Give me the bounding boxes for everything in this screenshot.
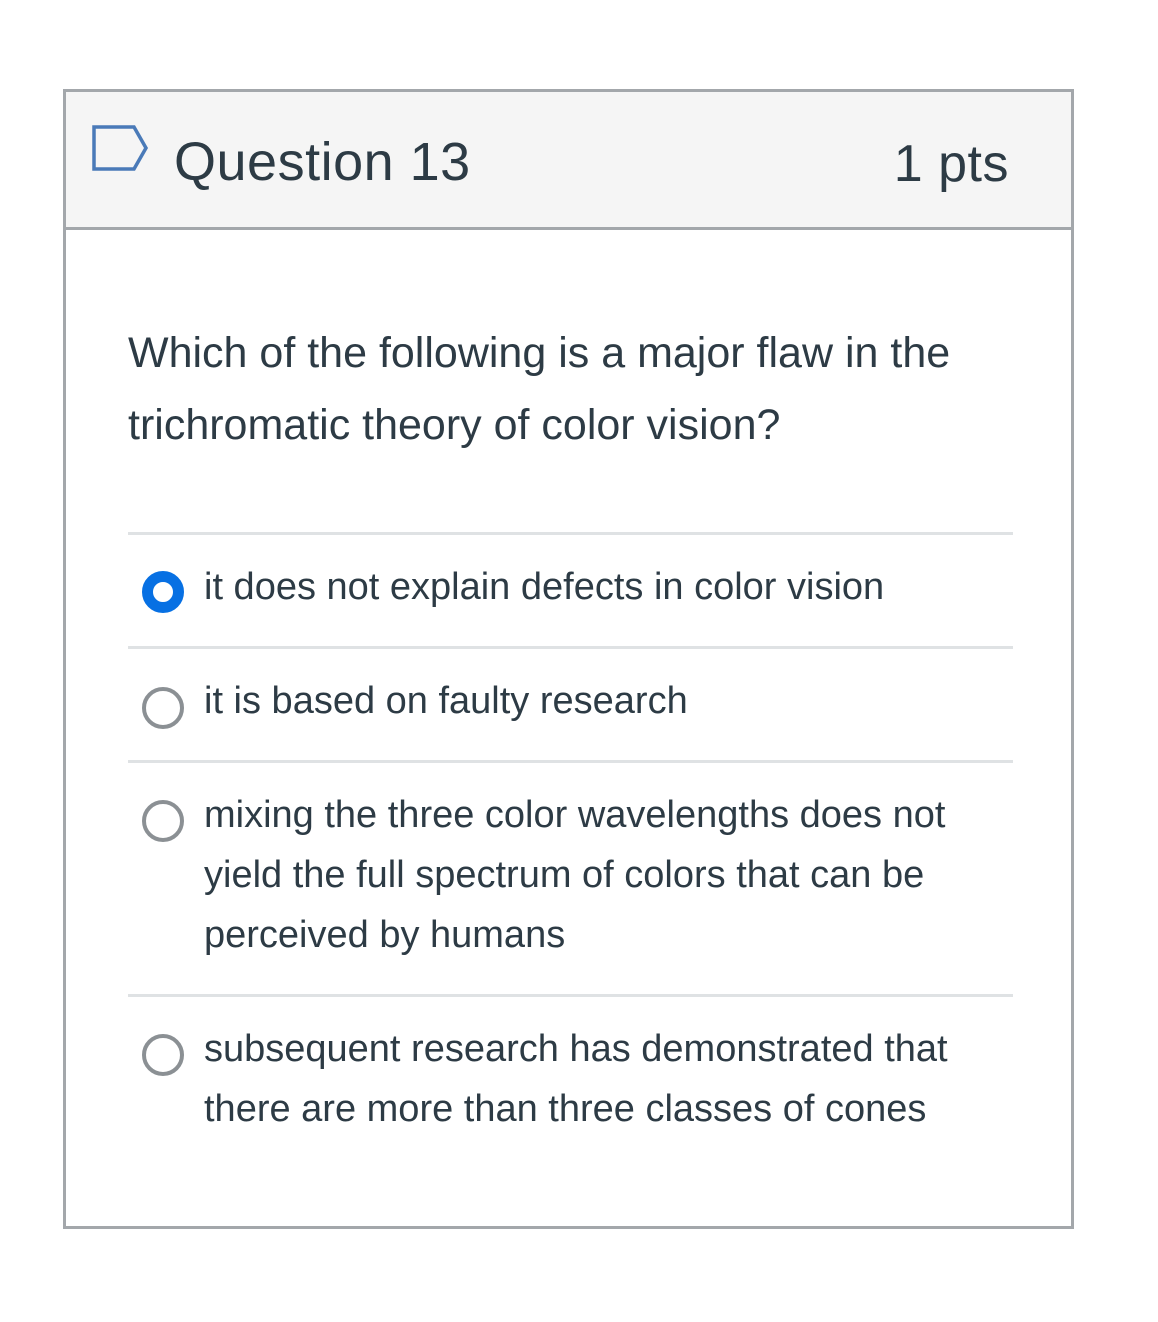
answer-option-4[interactable]: subsequent research has demonstrated tha… xyxy=(128,994,1013,1174)
question-card: Question 13 1 pts Which of the following… xyxy=(63,89,1074,1229)
answer-label: subsequent research has demonstrated tha… xyxy=(204,1028,948,1130)
radio-button-selected[interactable] xyxy=(142,571,184,613)
flag-question-icon[interactable] xyxy=(90,122,154,174)
radio-button[interactable] xyxy=(142,1034,184,1076)
answer-label: mixing the three color wavelengths does … xyxy=(204,794,946,956)
answer-option-2[interactable]: it is based on faulty research xyxy=(128,646,1013,760)
answer-list: it does not explain defects in color vis… xyxy=(128,532,1013,1174)
question-text: Which of the following is a major flaw i… xyxy=(128,329,951,449)
radio-button[interactable] xyxy=(142,800,184,842)
question-points: 1 pts xyxy=(893,135,1009,193)
answer-option-3[interactable]: mixing the three color wavelengths does … xyxy=(128,760,1013,994)
question-title: Question 13 xyxy=(174,132,471,192)
question-header: Question 13 1 pts xyxy=(66,92,1071,230)
answer-label: it is based on faulty research xyxy=(204,680,688,722)
answer-label: it does not explain defects in color vis… xyxy=(204,566,885,608)
answer-option-1[interactable]: it does not explain defects in color vis… xyxy=(128,532,1013,646)
radio-button[interactable] xyxy=(142,687,184,729)
